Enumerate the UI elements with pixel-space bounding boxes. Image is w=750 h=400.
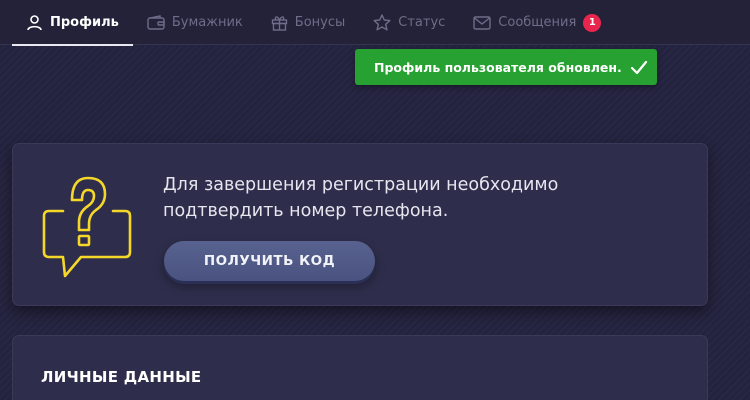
- verification-message: Для завершения регистрации необходимо по…: [163, 172, 683, 224]
- verification-message-line2: подтвердить номер телефона.: [163, 201, 449, 221]
- personal-data-title: ЛИЧНЫЕ ДАННЫЕ: [41, 368, 202, 386]
- success-toast: Профиль пользователя обновлен.: [355, 49, 657, 85]
- tab-profile[interactable]: Профиль: [12, 0, 133, 46]
- tab-bonuses-label: Бонусы: [294, 15, 346, 30]
- wallet-icon: [147, 14, 165, 30]
- tab-wallet[interactable]: Бумажник: [133, 0, 257, 45]
- tab-profile-label: Профиль: [50, 15, 119, 30]
- tab-messages[interactable]: Сообщения 1: [459, 0, 615, 45]
- gift-icon: [271, 16, 287, 31]
- tab-status-label: Статус: [398, 15, 446, 30]
- toast-message: Профиль пользователя обновлен.: [374, 59, 622, 75]
- star-icon: [373, 14, 391, 31]
- user-icon: [27, 15, 42, 31]
- tab-bonuses[interactable]: Бонусы: [257, 0, 359, 45]
- tab-messages-label: Сообщения: [498, 15, 577, 30]
- get-code-button[interactable]: ПОЛУЧИТЬ КОД: [164, 241, 375, 281]
- question-chat-icon: [42, 176, 132, 278]
- personal-data-card: ЛИЧНЫЕ ДАННЫЕ: [12, 335, 708, 400]
- unread-messages-badge: 1: [583, 13, 602, 32]
- tab-status[interactable]: Статус: [359, 0, 459, 45]
- phone-verification-card: Для завершения регистрации необходимо по…: [12, 143, 708, 306]
- envelope-icon: [473, 15, 491, 30]
- tab-wallet-label: Бумажник: [171, 15, 243, 30]
- checkmark-icon: [630, 60, 647, 74]
- verification-message-line1: Для завершения регистрации необходимо: [163, 175, 559, 195]
- profile-tab-bar: Профиль Бумажник Бонусы Статус Сообщения…: [0, 0, 750, 46]
